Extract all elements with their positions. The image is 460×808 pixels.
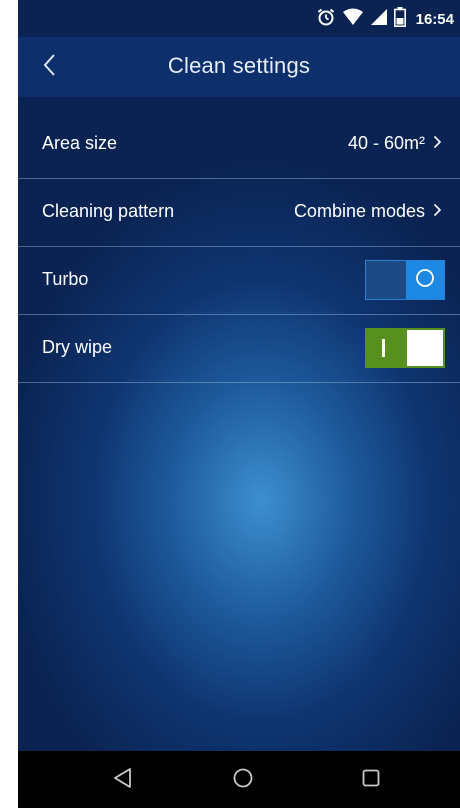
setting-row-dry-wipe: Dry wipe — [18, 315, 460, 383]
app-bar: Clean settings — [18, 37, 460, 97]
area-size-value: 40 - 60m² — [347, 133, 425, 153]
status-time: 16:54 — [415, 10, 454, 28]
cleaning-pattern-value-group: Combine modes — [294, 201, 442, 222]
phone-screen: 16:54 Clean settings Area size 40 - 60m² — [18, 0, 460, 808]
chevron-right-icon — [433, 133, 442, 154]
settings-list: Area size 40 - 60m² Cleaning pattern Com… — [18, 111, 460, 383]
dry-wipe-label: Dry wipe — [42, 337, 113, 357]
page-title: Clean settings — [167, 53, 311, 78]
turbo-label: Turbo — [42, 269, 89, 289]
recents-square-icon — [361, 768, 381, 793]
on-bar-icon — [382, 339, 385, 357]
battery-icon — [393, 6, 406, 32]
setting-row-turbo: Turbo — [18, 247, 460, 315]
cleaning-pattern-value: Combine modes — [293, 201, 425, 221]
cleaning-pattern-label: Cleaning pattern — [42, 201, 175, 221]
status-icons: 16:54 — [316, 6, 454, 32]
nav-back-button[interactable] — [108, 765, 138, 795]
nav-home-button[interactable] — [228, 765, 258, 795]
setting-row-area-size[interactable]: Area size 40 - 60m² — [18, 111, 460, 179]
toggle-knob — [406, 261, 444, 299]
dry-wipe-toggle[interactable] — [365, 328, 445, 368]
status-bar: 16:54 — [18, 0, 460, 37]
toggle-knob — [407, 330, 443, 366]
back-triangle-icon — [113, 767, 133, 794]
chevron-right-icon — [433, 201, 442, 222]
signal-icon — [370, 8, 388, 31]
setting-row-cleaning-pattern[interactable]: Cleaning pattern Combine modes — [18, 179, 460, 247]
nav-recents-button[interactable] — [356, 765, 386, 795]
system-nav-bar — [18, 751, 460, 808]
off-circle-icon — [415, 268, 435, 293]
wifi-icon — [342, 8, 364, 31]
alarm-icon — [316, 7, 336, 32]
turbo-toggle[interactable] — [365, 260, 445, 300]
home-circle-icon — [232, 767, 254, 794]
area-size-label: Area size — [42, 133, 118, 153]
area-size-value-group: 40 - 60m² — [348, 133, 442, 154]
